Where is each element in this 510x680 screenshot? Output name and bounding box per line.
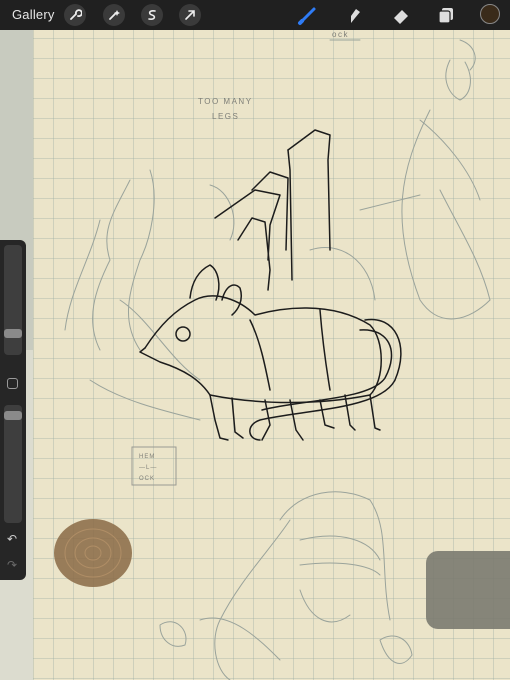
- opacity-slider[interactable]: [4, 405, 22, 523]
- brush-tool-button[interactable]: [296, 3, 320, 27]
- opacity-handle[interactable]: [4, 411, 22, 420]
- brush-size-handle[interactable]: [4, 329, 22, 338]
- fingerprint-smudge: [54, 519, 132, 587]
- grey-paint-swatch: [426, 551, 510, 629]
- smudge-icon: [351, 9, 360, 23]
- brush-icon: [298, 7, 316, 25]
- rat-ink-drawing: [139, 129, 402, 441]
- modify-button[interactable]: [7, 378, 18, 389]
- selection-button[interactable]: [141, 4, 163, 26]
- adjustments-button[interactable]: [103, 4, 125, 26]
- layers-button[interactable]: [434, 3, 458, 27]
- actions-wrench-button[interactable]: [64, 4, 86, 26]
- magic-wand-icon: [109, 10, 120, 20]
- wrench-icon: [70, 9, 82, 20]
- hemlock-stamp: HEM —L— OCK: [131, 446, 177, 486]
- stamp-line-2: —L—: [139, 465, 157, 471]
- top-toolbar: Gallery: [0, 0, 510, 30]
- color-picker-button[interactable]: [480, 4, 500, 24]
- note-title-line2: LEGS: [212, 112, 239, 121]
- brush-size-slider[interactable]: [4, 245, 22, 355]
- transform-button[interactable]: [179, 4, 201, 26]
- gallery-button[interactable]: Gallery: [12, 7, 55, 22]
- note-title-line1: TOO MANY: [198, 97, 253, 106]
- undo-icon[interactable]: ↶: [7, 532, 17, 546]
- stamp-line-3: OCK: [139, 476, 155, 482]
- corner-scrawl: ock: [332, 30, 349, 39]
- brush-sidebar: ↶ ↷: [0, 240, 26, 580]
- selection-icon: [148, 10, 156, 20]
- transform-arrow-icon: [185, 10, 195, 20]
- eraser-icon: [394, 10, 408, 24]
- stamp-line-1: HEM: [139, 454, 155, 460]
- layers-icon: [438, 8, 453, 24]
- eraser-tool-button[interactable]: [389, 3, 413, 27]
- redo-icon[interactable]: ↷: [7, 558, 17, 572]
- smudge-tool-button[interactable]: [342, 3, 366, 27]
